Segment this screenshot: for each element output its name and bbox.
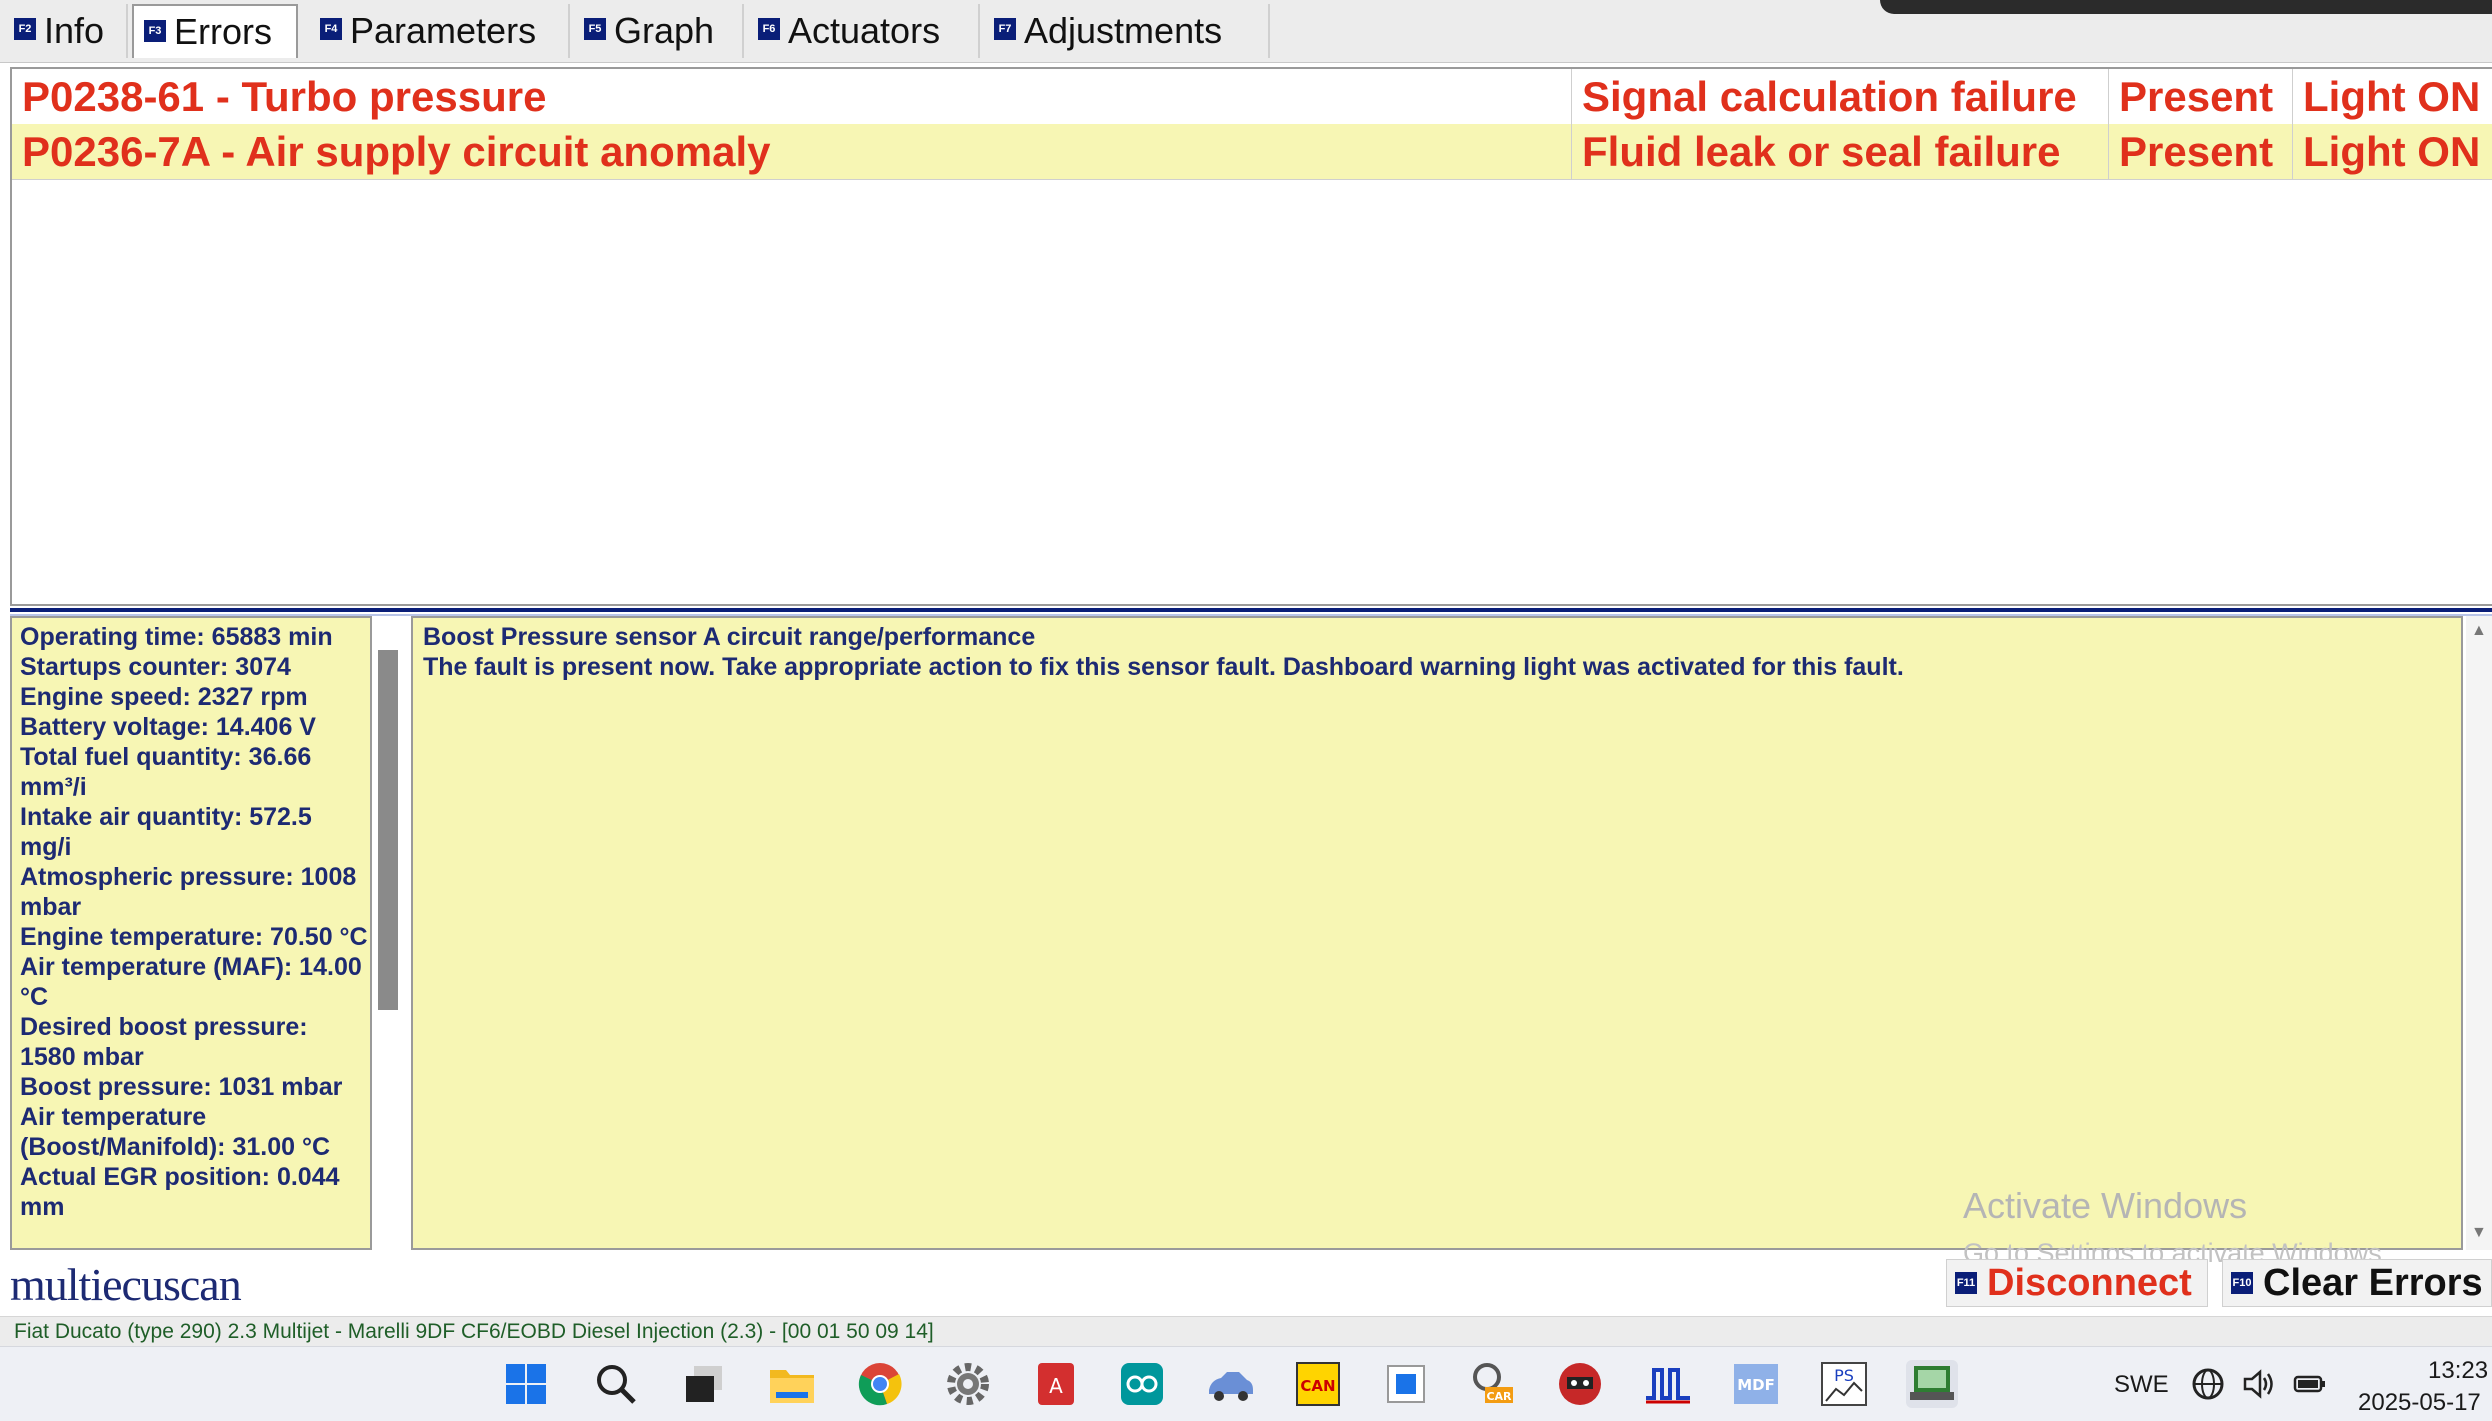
param-item: Air temperature (Boost/Manifold): 31.00 … — [20, 1103, 331, 1161]
svg-text:CAN: CAN — [1300, 1377, 1335, 1395]
error-light: Light ON — [2303, 73, 2481, 120]
svg-text:MDF: MDF — [1737, 1376, 1775, 1394]
param-item: Actual EGR position: 0.044 mm — [20, 1163, 340, 1221]
car-app-icon[interactable] — [1204, 1360, 1256, 1408]
param-item: Total fuel quantity: 36.66 mm³/i — [20, 743, 312, 801]
acrobat-icon[interactable]: A — [1030, 1360, 1082, 1408]
svg-text:A: A — [1049, 1374, 1063, 1398]
tab-label: Parameters — [350, 10, 537, 51]
error-type: Signal calculation failure — [1572, 69, 2109, 124]
param-item: Boost pressure: 1031 mbar — [20, 1073, 343, 1101]
param-item: Battery voltage: 14.406 V — [20, 713, 316, 741]
error-table: P0238-61 - Turbo pressure Signal calcula… — [10, 67, 2492, 606]
windows-start-icon[interactable] — [500, 1360, 552, 1408]
error-code: P0236-7A - Air supply circuit anomaly — [12, 124, 1572, 179]
param-item: Atmospheric pressure: 1008 mbar — [20, 863, 357, 921]
activate-windows-title: Activate Windows — [1963, 1185, 2248, 1226]
clear-errors-label: Clear Errors — [2263, 1261, 2483, 1304]
error-status: Present — [2109, 124, 2293, 179]
file-explorer-icon[interactable] — [766, 1360, 818, 1408]
fkey-badge: F5 — [584, 18, 606, 40]
search-icon[interactable] — [590, 1360, 642, 1408]
tab-graph[interactable]: F5 Graph — [574, 4, 744, 58]
arduino-icon[interactable] — [1116, 1360, 1168, 1408]
task-view-icon[interactable] — [678, 1360, 730, 1408]
param-item: Desired boost pressure: 1580 mbar — [20, 1013, 308, 1071]
tab-bar: F2 Info F3 Errors F4 Parameters F5 Graph… — [0, 0, 2492, 63]
tab-info[interactable]: F2 Info — [4, 4, 128, 58]
fkey-badge: F2 — [14, 18, 36, 40]
tab-actuators[interactable]: F6 Actuators — [748, 4, 980, 58]
scroll-down-icon[interactable]: ▼ — [2471, 1224, 2487, 1242]
tab-errors[interactable]: F3 Errors — [132, 4, 298, 58]
error-row[interactable]: P0236-7A - Air supply circuit anomaly Fl… — [12, 124, 2492, 180]
param-item: Startups counter: 3074 — [20, 653, 291, 681]
tab-label: Actuators — [788, 10, 941, 51]
clear-errors-button[interactable]: F10 Clear Errors — [2222, 1259, 2492, 1307]
svg-text:PS: PS — [1834, 1366, 1854, 1385]
error-light: Light ON — [2303, 128, 2481, 175]
param-item: Engine temperature: 70.50 °C — [20, 923, 368, 951]
language-indicator[interactable]: SWE — [2114, 1371, 2169, 1399]
param-item: Air temperature (MAF): 14.00 °C — [20, 953, 362, 1011]
fkey-badge: F7 — [994, 18, 1016, 40]
ps-app-icon[interactable]: PS — [1818, 1360, 1870, 1408]
fkey-badge: F10 — [2231, 1272, 2253, 1294]
tab-label: Errors — [174, 11, 272, 52]
signal-app-icon[interactable] — [1642, 1360, 1694, 1408]
error-status: Present — [2109, 69, 2293, 124]
car-tools-icon[interactable]: CAR — [1466, 1360, 1518, 1408]
param-item: Intake air quantity: 572.5 mg/i — [20, 803, 312, 861]
fault-body: The fault is present now. Take appropria… — [423, 653, 1904, 681]
multiecuscan-icon[interactable] — [1906, 1360, 1958, 1408]
fault-title: Boost Pressure sensor A circuit range/pe… — [423, 623, 1036, 651]
fkey-badge: F4 — [320, 18, 342, 40]
helmet-app-icon[interactable] — [1554, 1360, 1606, 1408]
clock-time[interactable]: 13:23 — [2428, 1357, 2488, 1385]
app-logo: multiecuscan — [10, 1259, 242, 1310]
volume-icon[interactable] — [2240, 1360, 2276, 1408]
clock-date[interactable]: 2025-05-17 — [2358, 1389, 2481, 1417]
error-code: P0238-61 - Turbo pressure — [12, 69, 1572, 124]
tab-label: Graph — [614, 10, 715, 51]
battery-icon[interactable] — [2292, 1360, 2328, 1408]
fault-description-panel: Boost Pressure sensor A circuit range/pe… — [411, 616, 2463, 1250]
fkey-badge: F6 — [758, 18, 780, 40]
mdf-app-icon[interactable]: MDF — [1730, 1360, 1782, 1408]
params-scrollbar-thumb[interactable] — [378, 650, 398, 1010]
svg-text:CAR: CAR — [1486, 1390, 1512, 1403]
notepad-icon[interactable] — [1380, 1360, 1432, 1408]
description-scrollbar[interactable]: ▲ ▼ — [2466, 616, 2492, 1250]
param-item: Engine speed: 2327 rpm — [20, 683, 308, 711]
network-icon[interactable] — [2190, 1360, 2226, 1408]
chrome-icon[interactable] — [854, 1360, 906, 1408]
vehicle-status-line: Fiat Ducato (type 290) 2.3 Multijet - Ma… — [0, 1316, 2492, 1346]
taskbar: A CAN CAR MDF PS SWE 13:23 2025-05-17 — [0, 1346, 2492, 1421]
freeze-frame-panel[interactable]: Operating time: 65883 min Startups count… — [10, 616, 372, 1250]
fkey-badge: F3 — [144, 20, 166, 42]
settings-icon[interactable] — [942, 1360, 994, 1408]
can-tool-icon[interactable]: CAN — [1292, 1360, 1344, 1408]
tab-label: Info — [44, 10, 105, 51]
error-row[interactable]: P0238-61 - Turbo pressure Signal calcula… — [12, 69, 2492, 125]
tab-parameters[interactable]: F4 Parameters — [310, 4, 570, 58]
disconnect-label: Disconnect — [1987, 1261, 2192, 1304]
fkey-badge: F11 — [1955, 1272, 1977, 1294]
splitter[interactable] — [10, 608, 2492, 612]
scroll-up-icon[interactable]: ▲ — [2471, 622, 2487, 640]
error-type: Fluid leak or seal failure — [1572, 124, 2109, 179]
tab-label: Adjustments — [1024, 10, 1223, 51]
disconnect-button[interactable]: F11 Disconnect — [1946, 1259, 2208, 1307]
param-item: Operating time: 65883 min — [20, 623, 333, 651]
tab-adjustments[interactable]: F7 Adjustments — [984, 4, 1270, 58]
window-shadow — [1880, 0, 2492, 14]
